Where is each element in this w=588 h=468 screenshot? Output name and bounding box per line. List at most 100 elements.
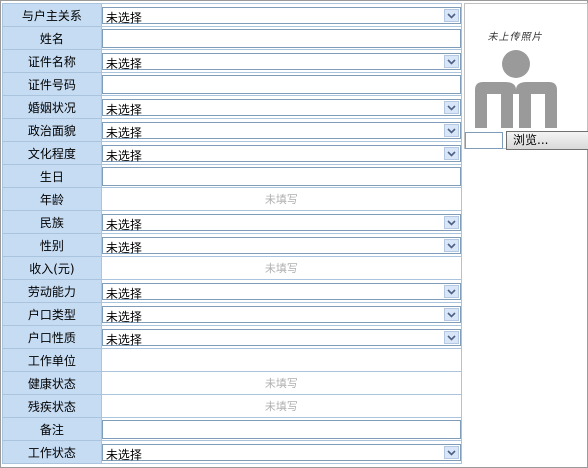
unfilled-value: 未填写 [100, 371, 463, 395]
field-label: 残疾状态 [2, 394, 102, 418]
chevron-down-icon[interactable] [444, 330, 459, 344]
chevron-down-icon[interactable] [444, 215, 459, 229]
field-cell: 未选择 [100, 302, 463, 326]
text-input[interactable] [101, 166, 461, 186]
no-photo-caption: 未上传照片 [487, 32, 543, 43]
dropdown-select[interactable]: 未选择 [101, 328, 461, 347]
select-value: 未选择 [105, 332, 142, 347]
select-value: 未选择 [105, 102, 142, 117]
field-label: 姓名 [2, 26, 102, 50]
form-row: 婚姻状况 未选择 [2, 95, 463, 119]
form-row: 年龄 未填写 [2, 187, 463, 211]
dropdown-select[interactable]: 未选择 [101, 98, 461, 117]
form-row: 劳动能力 未选择 [2, 279, 463, 303]
dropdown-select[interactable]: 未选择 [101, 305, 461, 324]
field-label: 收入(元) [2, 256, 102, 280]
text-input[interactable] [101, 419, 461, 439]
photo-panel: 未上传照片 浏览... [464, 3, 588, 150]
field-label: 性别 [2, 233, 102, 257]
field-label: 户口性质 [2, 325, 102, 349]
select-value: 未选择 [105, 56, 142, 71]
field-cell: 未选择 [100, 233, 463, 257]
select-value: 未选择 [105, 125, 142, 140]
field-label: 年龄 [2, 187, 102, 211]
dropdown-select[interactable]: 未选择 [101, 121, 461, 140]
form-row: 民族 未选择 [2, 210, 463, 234]
field-label: 工作状态 [2, 440, 102, 464]
form-row: 证件号码 [2, 72, 463, 96]
form-row: 生日 [2, 164, 463, 188]
select-value: 未选择 [105, 217, 142, 232]
chevron-down-icon[interactable] [444, 146, 459, 160]
field-label: 文化程度 [2, 141, 102, 165]
form-row: 户口类型 未选择 [2, 302, 463, 326]
field-label: 户口类型 [2, 302, 102, 326]
form-row: 文化程度 未选择 [2, 141, 463, 165]
select-value: 未选择 [105, 10, 142, 25]
dropdown-select[interactable]: 未选择 [101, 282, 461, 301]
field-label: 证件名称 [2, 49, 102, 73]
field-label: 备注 [2, 417, 102, 441]
field-cell: 未选择 [100, 95, 463, 119]
dropdown-select[interactable]: 未选择 [101, 52, 461, 71]
field-cell [100, 164, 463, 188]
chevron-down-icon[interactable] [444, 307, 459, 321]
form-row: 备注 [2, 417, 463, 441]
form-row: 与户主关系 未选择 [2, 3, 463, 27]
field-cell: 未选择 [100, 3, 463, 27]
avatar-placeholder-icon [475, 50, 557, 128]
form-row: 收入(元) 未填写 [2, 256, 463, 280]
form-row: 性别 未选择 [2, 233, 463, 257]
form-row: 姓名 [2, 26, 463, 50]
form-row: 政治面貌 未选择 [2, 118, 463, 142]
dropdown-select[interactable]: 未选择 [101, 144, 461, 163]
field-label: 生日 [2, 164, 102, 188]
field-cell: 未选择 [100, 49, 463, 73]
field-label: 与户主关系 [2, 3, 102, 27]
select-value: 未选择 [105, 148, 142, 163]
field-cell: 未选择 [100, 210, 463, 234]
browse-button[interactable]: 浏览... [506, 131, 588, 150]
field-label: 健康状态 [2, 371, 102, 395]
field-label: 证件号码 [2, 72, 102, 96]
chevron-down-icon[interactable] [444, 284, 459, 298]
dropdown-select[interactable]: 未选择 [101, 213, 461, 232]
field-label: 婚姻状况 [2, 95, 102, 119]
unfilled-value: 未填写 [100, 187, 463, 211]
select-value: 未选择 [105, 309, 142, 324]
chevron-down-icon[interactable] [444, 445, 459, 459]
empty-value [100, 348, 463, 372]
field-cell [100, 26, 463, 50]
field-label: 劳动能力 [2, 279, 102, 303]
select-value: 未选择 [105, 286, 142, 301]
field-cell [100, 417, 463, 441]
dropdown-select[interactable]: 未选择 [101, 236, 461, 255]
unfilled-value: 未填写 [100, 394, 463, 418]
chevron-down-icon[interactable] [444, 8, 459, 22]
chevron-down-icon[interactable] [444, 238, 459, 252]
chevron-down-icon[interactable] [444, 54, 459, 68]
form-row: 户口性质 未选择 [2, 325, 463, 349]
form-row: 工作状态 未选择 [2, 440, 463, 464]
field-cell: 未选择 [100, 141, 463, 165]
text-input[interactable] [101, 74, 461, 94]
dropdown-select[interactable]: 未选择 [101, 443, 461, 462]
form-row: 工作单位 [2, 348, 463, 372]
dropdown-select[interactable]: 未选择 [101, 6, 461, 25]
chevron-down-icon[interactable] [444, 123, 459, 137]
photo-file-input[interactable] [465, 132, 503, 149]
field-label: 工作单位 [2, 348, 102, 372]
unfilled-value: 未填写 [100, 256, 463, 280]
select-value: 未选择 [105, 447, 142, 462]
form-row: 健康状态 未填写 [2, 371, 463, 395]
chevron-down-icon[interactable] [444, 100, 459, 114]
form-row: 证件名称 未选择 [2, 49, 463, 73]
text-input[interactable] [101, 28, 461, 48]
form-row: 残疾状态 未填写 [2, 394, 463, 418]
field-cell: 未选择 [100, 118, 463, 142]
member-info-form: 与户主关系 未选择 姓名 证件名称 未选择 证件号码 婚姻状况 未选择 政治面貌 未选择 文化程度未… [2, 3, 463, 464]
field-cell [100, 72, 463, 96]
field-cell: 未选择 [100, 440, 463, 464]
field-label: 民族 [2, 210, 102, 234]
select-value: 未选择 [105, 240, 142, 255]
